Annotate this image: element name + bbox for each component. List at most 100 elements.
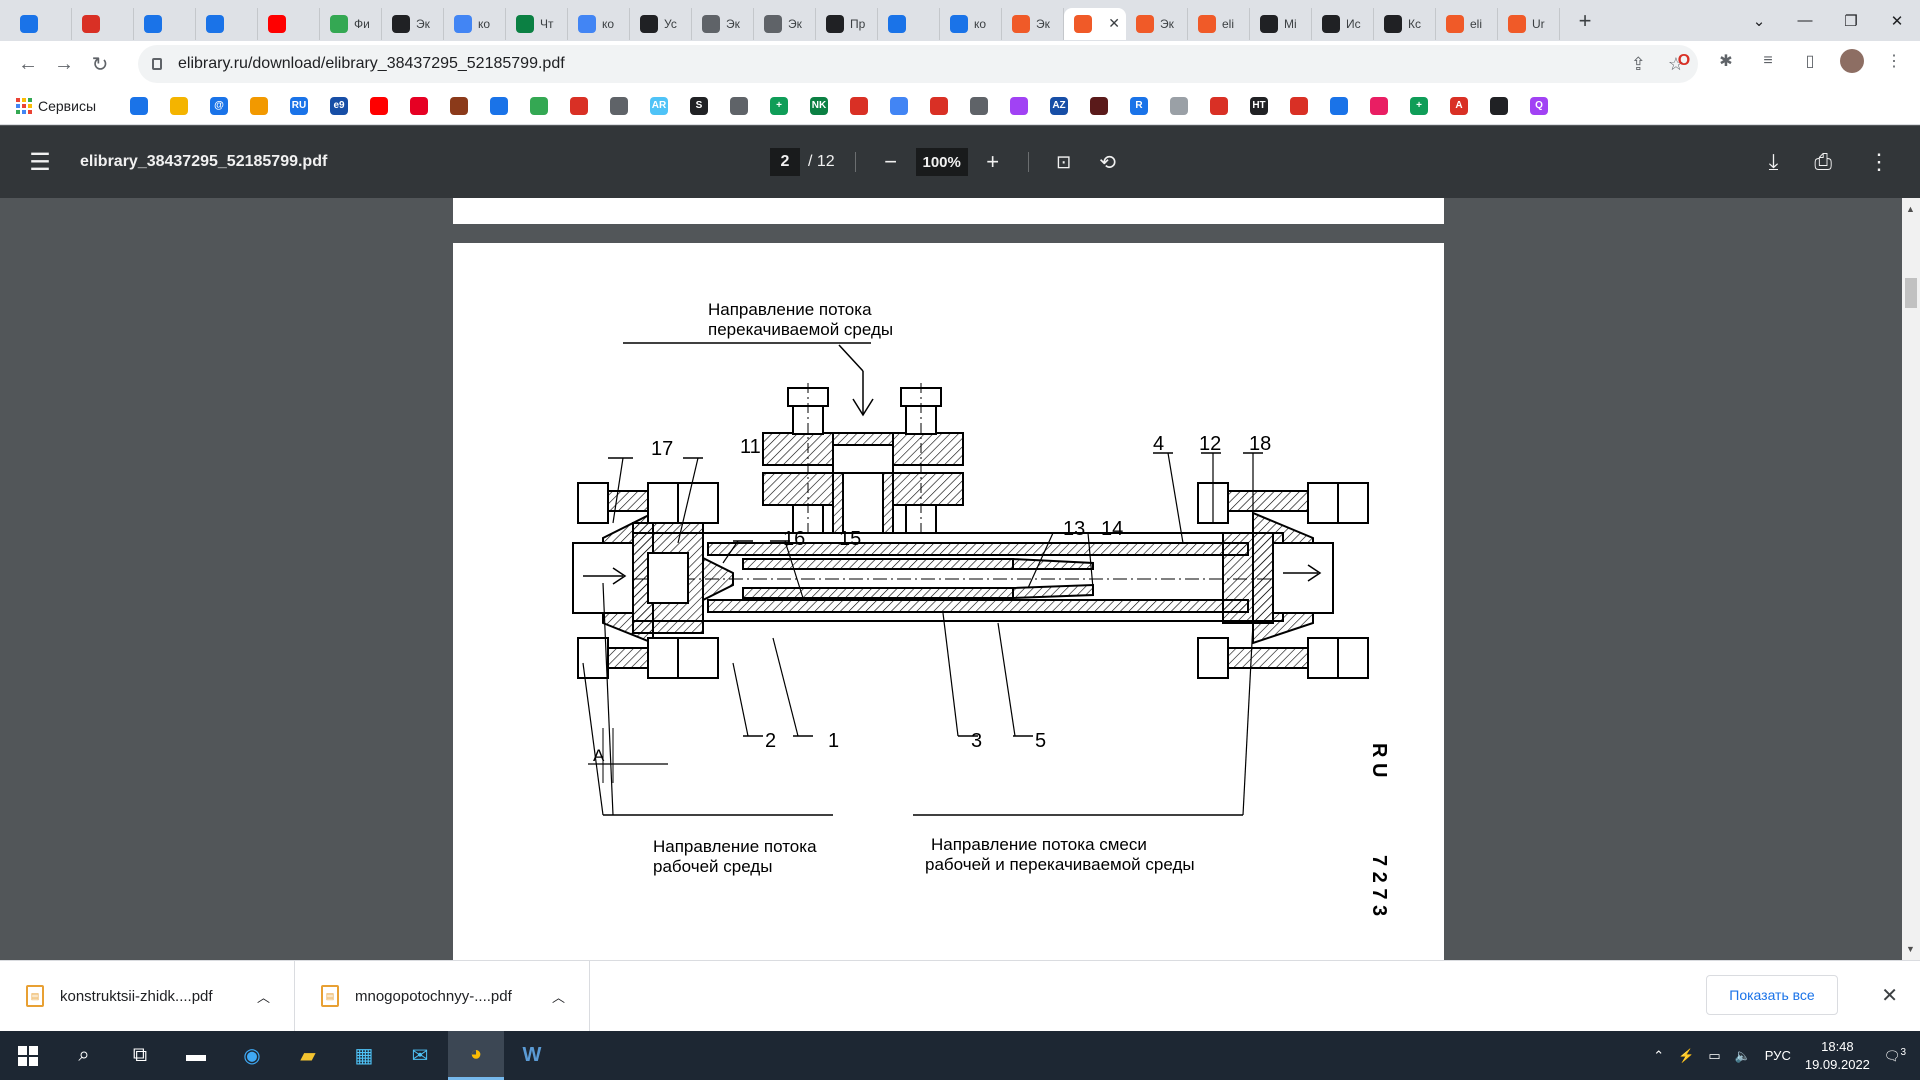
sidepanel-icon[interactable]: ▯: [1798, 49, 1822, 73]
bookmark-item[interactable]: [486, 95, 512, 117]
maximize-button[interactable]: ❐: [1828, 0, 1874, 41]
bookmark-item[interactable]: [846, 95, 872, 117]
browser-tab[interactable]: Эк: [382, 7, 444, 40]
bookmark-item[interactable]: [446, 95, 472, 117]
bookmark-item[interactable]: [166, 95, 192, 117]
scrollbar-thumb[interactable]: [1905, 278, 1917, 308]
page-number-input[interactable]: 2: [770, 148, 800, 176]
browser-tab[interactable]: ко: [940, 7, 1002, 40]
zoom-input[interactable]: 100%: [915, 148, 968, 176]
fit-page-icon[interactable]: ⊡: [1049, 152, 1079, 173]
file-explorer-icon[interactable]: ▰: [280, 1031, 336, 1080]
word-icon[interactable]: W: [504, 1031, 560, 1080]
bookmark-item[interactable]: HT: [1246, 95, 1272, 117]
bookmark-item[interactable]: AZ: [1046, 95, 1072, 117]
search-icon[interactable]: ⌕: [56, 1031, 112, 1080]
show-all-button[interactable]: Показать все: [1706, 975, 1838, 1015]
download-item[interactable]: ▤ mnogopotochnyy-....pdf ︿: [295, 960, 590, 1032]
browser-tab[interactable]: Ус: [630, 7, 692, 40]
task-view-icon[interactable]: ⧉: [112, 1031, 168, 1080]
browser-tab[interactable]: Фи: [320, 7, 382, 40]
terminal-icon[interactable]: ▬: [168, 1031, 224, 1080]
browser-tab[interactable]: Mi: [1250, 7, 1312, 40]
store-icon[interactable]: ▦: [336, 1031, 392, 1080]
browser-tab[interactable]: Ur: [1498, 7, 1560, 40]
close-icon[interactable]: ✕: [1881, 983, 1898, 1008]
bookmark-item[interactable]: [246, 95, 272, 117]
bookmark-item[interactable]: NK: [806, 95, 832, 117]
bookmark-item[interactable]: [1006, 95, 1032, 117]
browser-tab[interactable]: Кс: [1374, 7, 1436, 40]
reload-button[interactable]: ↻: [82, 46, 118, 82]
tab-search-chevron-icon[interactable]: ⌄: [1736, 0, 1782, 41]
browser-tab[interactable]: [196, 7, 258, 40]
bookmark-item[interactable]: [606, 95, 632, 117]
mail-icon[interactable]: ✉: [392, 1031, 448, 1080]
browser-tab[interactable]: Ис: [1312, 7, 1374, 40]
power-icon[interactable]: ⚡: [1678, 1048, 1694, 1064]
bookmark-item[interactable]: S: [686, 95, 712, 117]
bookmark-item[interactable]: [366, 95, 392, 117]
chevron-up-icon[interactable]: ⌃: [1653, 1048, 1664, 1064]
bookmark-item[interactable]: +: [1406, 95, 1432, 117]
download-icon[interactable]: ⤓: [1769, 149, 1779, 175]
browser-tab[interactable]: Эк: [692, 7, 754, 40]
browser-tab[interactable]: Пр: [816, 7, 878, 40]
bookmark-item[interactable]: [966, 95, 992, 117]
bookmark-item[interactable]: RU: [286, 95, 312, 117]
omnibox[interactable]: elibrary.ru/download/elibrary_38437295_5…: [138, 45, 1698, 83]
share-icon[interactable]: ⇪: [1631, 54, 1646, 75]
browser-tab[interactable]: [258, 7, 320, 40]
print-icon[interactable]: ⎙: [1814, 149, 1832, 175]
bookmark-item[interactable]: [726, 95, 752, 117]
chevron-up-icon[interactable]: ︿: [257, 987, 270, 1006]
notification-icon[interactable]: 🗨3: [1884, 1047, 1906, 1064]
browser-tab[interactable]: eli: [1188, 7, 1250, 40]
browser-tab[interactable]: ко: [444, 7, 506, 40]
bookmark-item[interactable]: [1326, 95, 1352, 117]
more-options-icon[interactable]: ⋮: [1868, 149, 1890, 175]
browser-tab[interactable]: Эк: [1126, 7, 1188, 40]
bookmark-item[interactable]: [926, 95, 952, 117]
new-tab-button[interactable]: +: [1570, 6, 1600, 36]
bookmark-item[interactable]: AR: [646, 95, 672, 117]
volume-icon[interactable]: 🔈: [1735, 1048, 1751, 1064]
bookmark-item[interactable]: [1486, 95, 1512, 117]
bookmark-item[interactable]: +: [766, 95, 792, 117]
bookmark-item[interactable]: [526, 95, 552, 117]
bookmark-item[interactable]: Q: [1526, 95, 1552, 117]
bookmark-item[interactable]: [1166, 95, 1192, 117]
close-tab-icon[interactable]: ✕: [1108, 15, 1120, 32]
avatar[interactable]: [1840, 49, 1864, 73]
browser-tab[interactable]: Эк: [754, 7, 816, 40]
browser-tab[interactable]: [10, 7, 72, 40]
clock[interactable]: 18:48 19.09.2022: [1805, 1038, 1870, 1074]
bookmark-item[interactable]: [566, 95, 592, 117]
bookmark-item[interactable]: A: [1446, 95, 1472, 117]
zoom-out-button[interactable]: −: [876, 149, 906, 175]
rotate-icon[interactable]: ⟲: [1093, 150, 1123, 175]
bookmark-services[interactable]: Сервисы: [16, 95, 112, 117]
chrome-icon[interactable]: ◕: [448, 1031, 504, 1080]
opera-icon[interactable]: O: [1672, 49, 1696, 73]
download-item[interactable]: ▤ konstruktsii-zhidk....pdf ︿: [0, 960, 295, 1032]
forward-button[interactable]: →: [46, 46, 82, 82]
browser-tab[interactable]: [134, 7, 196, 40]
zoom-in-button[interactable]: +: [978, 149, 1008, 175]
bookmark-item[interactable]: [886, 95, 912, 117]
chevron-up-icon[interactable]: ︿: [552, 987, 565, 1006]
bookmark-item[interactable]: [1286, 95, 1312, 117]
bookmark-item[interactable]: [1206, 95, 1232, 117]
hamburger-menu-icon[interactable]: ☰: [0, 148, 80, 177]
close-window-button[interactable]: ✕: [1874, 0, 1920, 41]
bookmark-item[interactable]: R: [1126, 95, 1152, 117]
language-indicator[interactable]: РУС: [1765, 1048, 1791, 1063]
edge-icon[interactable]: ◉: [224, 1031, 280, 1080]
browser-tab[interactable]: Чт: [506, 7, 568, 40]
bookmark-item[interactable]: @: [206, 95, 232, 117]
scroll-down-icon[interactable]: ▼: [1906, 944, 1915, 954]
browser-tab[interactable]: [878, 7, 940, 40]
browser-tab[interactable]: ✕: [1064, 7, 1126, 40]
bookmark-item[interactable]: [1366, 95, 1392, 117]
media-queue-icon[interactable]: ≡: [1756, 49, 1780, 73]
